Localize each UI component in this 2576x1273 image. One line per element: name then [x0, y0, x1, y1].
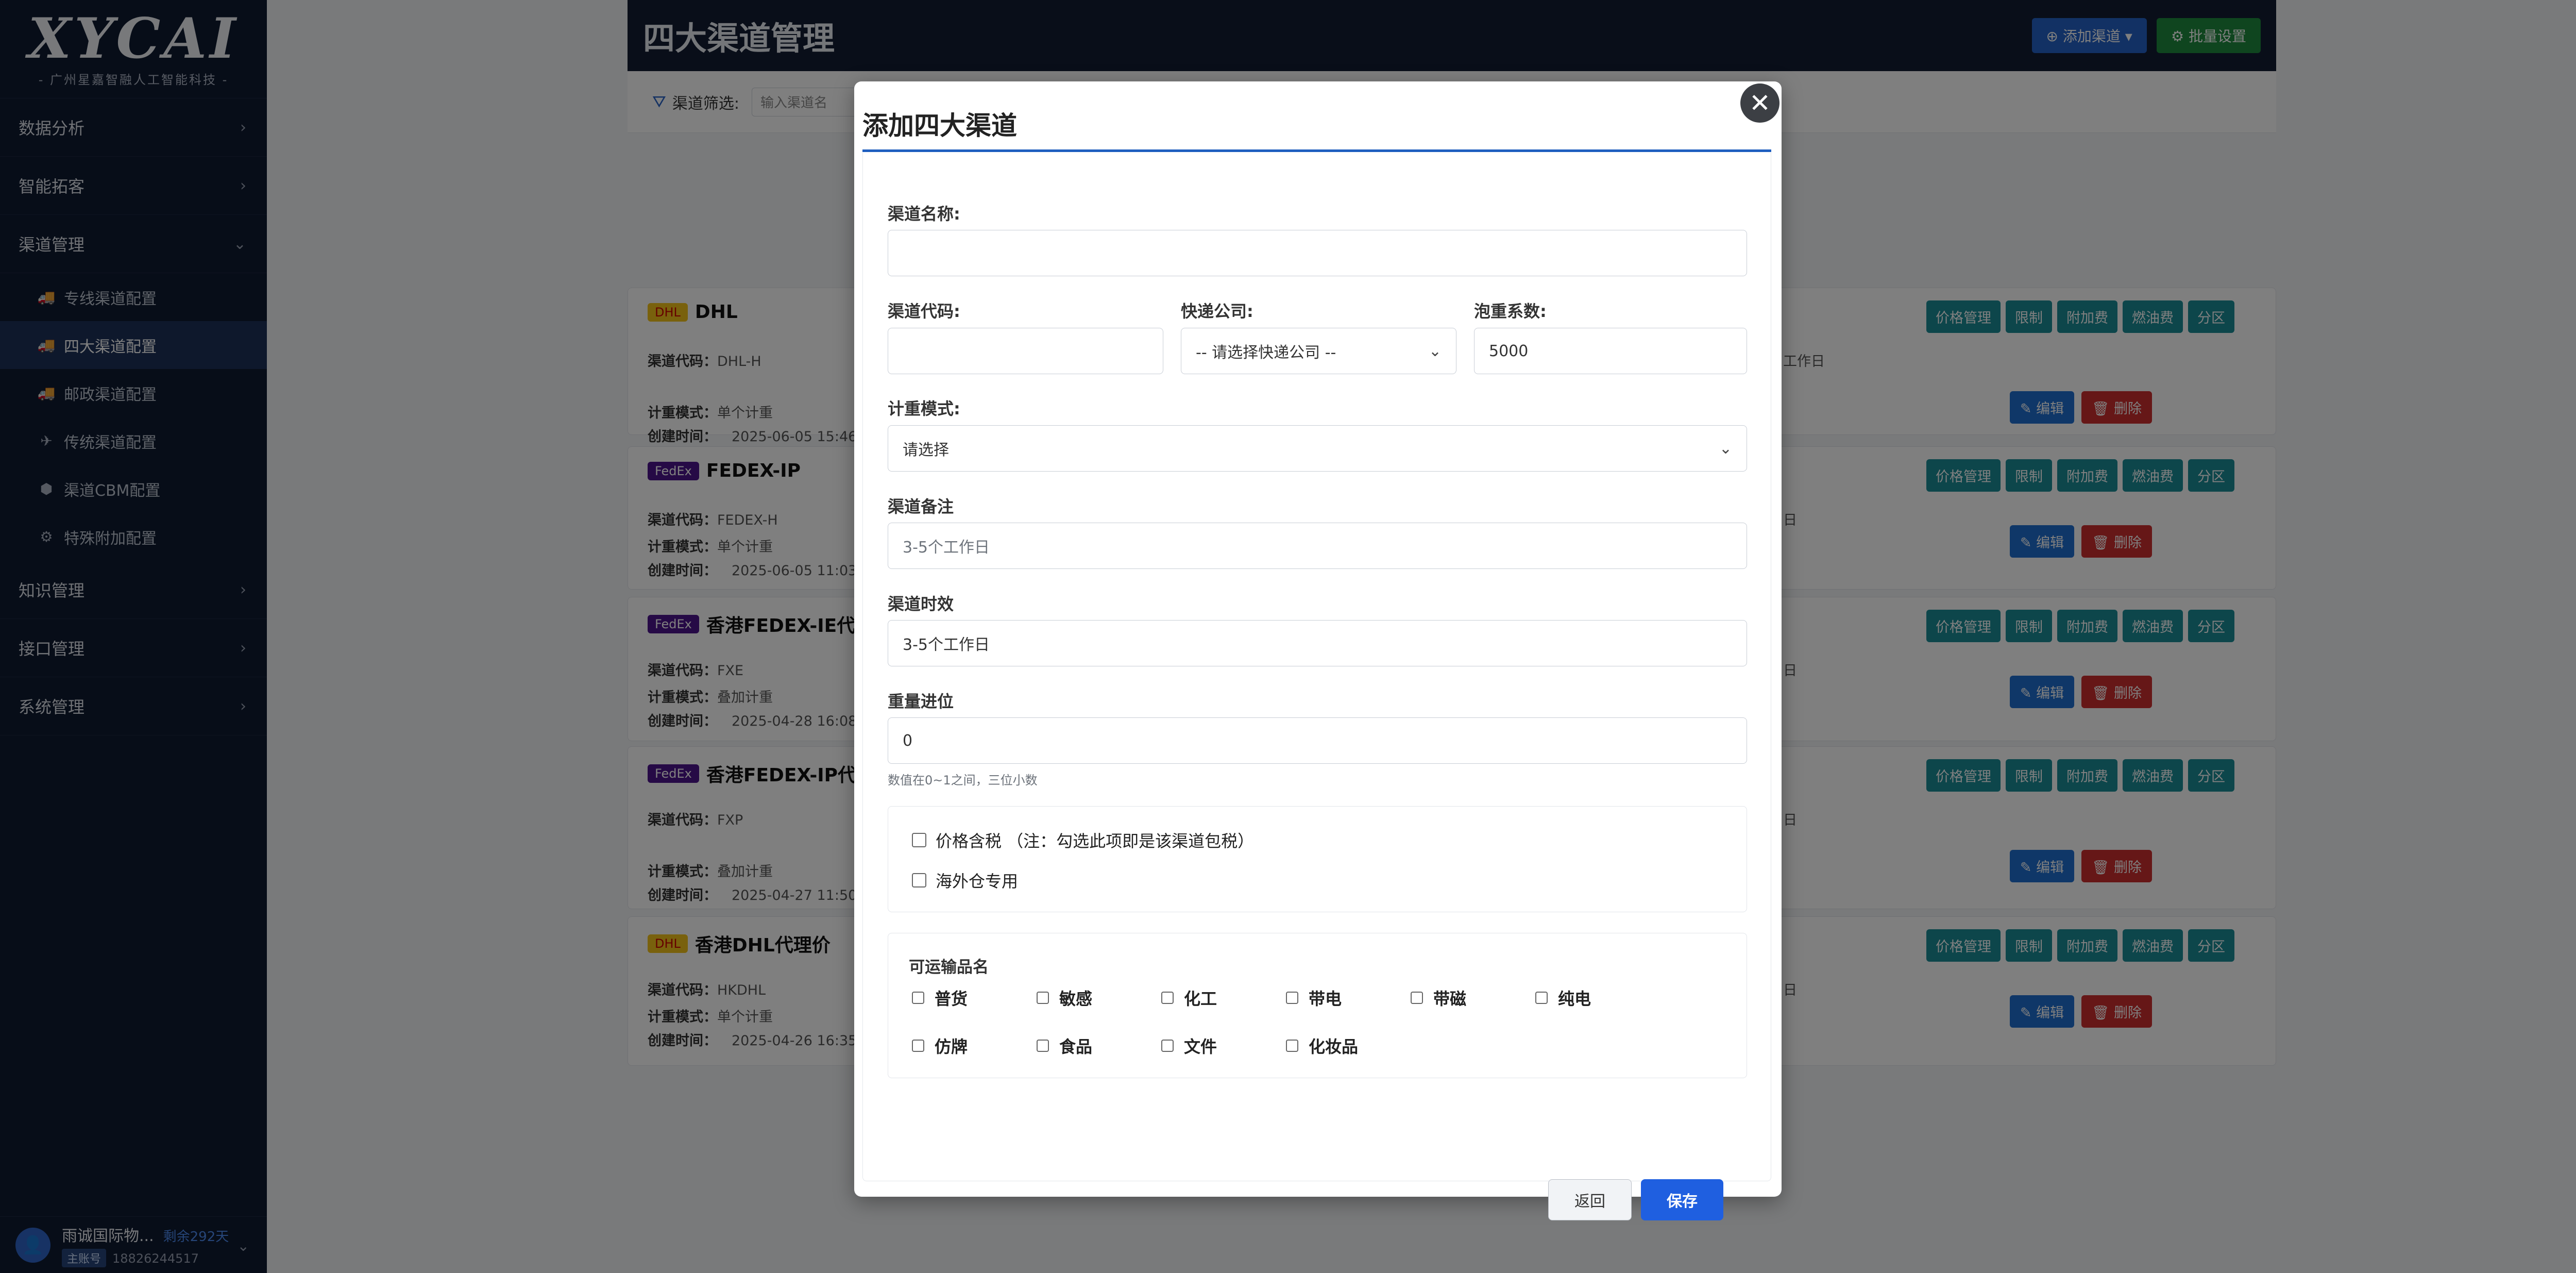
weight-mode-select[interactable]: 请选择 ⌄ [888, 425, 1747, 472]
weight-mode-value: 请选择 [903, 441, 949, 459]
channel-name-label: 渠道名称: [888, 204, 960, 224]
goods-checkbox[interactable]: 敏感 [1037, 986, 1092, 1010]
channel-name-input[interactable] [888, 230, 1747, 276]
goods-label: 带磁 [1433, 989, 1467, 1009]
goods-label: 纯电 [1558, 989, 1591, 1009]
overseas-warehouse-label: 海外仓专用 [936, 872, 1019, 891]
checkbox-icon[interactable] [1535, 992, 1548, 1004]
channel-code-label: 渠道代码: [888, 301, 960, 321]
tax-included-checkbox[interactable]: 价格含税 （注：勾选此项即是该渠道包税） [912, 828, 1254, 852]
goods-label: 带电 [1309, 989, 1342, 1009]
goods-checkbox[interactable]: 带电 [1286, 986, 1342, 1010]
weight-rounding-hint: 数值在0~1之间，三位小数 [888, 773, 1038, 788]
checkbox-icon[interactable] [1411, 992, 1423, 1004]
checkbox-icon[interactable] [1161, 1040, 1174, 1052]
tax-included-label: 价格含税 （注：勾选此项即是该渠道包税） [936, 831, 1255, 851]
goods-checkbox[interactable]: 化工 [1161, 986, 1217, 1010]
chevron-down-icon: ⌄ [1428, 342, 1442, 360]
checkbox-icon[interactable] [912, 833, 926, 847]
weight-rounding-label: 重量进位 [888, 692, 954, 711]
channel-code-input[interactable] [888, 328, 1163, 374]
goods-label: 仿牌 [935, 1037, 968, 1057]
goods-label: 化工 [1184, 989, 1217, 1009]
bubble-factor-input[interactable]: 5000 [1474, 328, 1747, 374]
goods-label: 普货 [935, 989, 968, 1009]
checkbox-icon[interactable] [1037, 1040, 1049, 1052]
weight-rounding-input[interactable]: 0 [888, 717, 1747, 764]
goods-checkbox[interactable]: 纯电 [1535, 986, 1591, 1010]
save-button[interactable]: 保存 [1641, 1179, 1723, 1220]
timeliness-input[interactable]: 3-5个工作日 [888, 620, 1747, 666]
checkbox-icon[interactable] [1286, 992, 1298, 1004]
title-divider [862, 149, 1771, 152]
form-box: 渠道名称: 渠道代码: 快递公司: -- 请选择快递公司 -- ⌄ 泡重系数: 5… [862, 153, 1771, 1220]
goods-label: 化妆品 [1309, 1037, 1359, 1057]
goods-checkbox[interactable]: 化妆品 [1286, 1034, 1358, 1058]
checkbox-icon[interactable] [912, 1040, 924, 1052]
courier-label: 快递公司: [1181, 301, 1253, 321]
remark-label: 渠道备注 [888, 497, 954, 516]
courier-select-value: -- 请选择快递公司 -- [1196, 344, 1336, 362]
weight-mode-label: 计重模式: [888, 399, 960, 418]
overseas-warehouse-checkbox[interactable]: 海外仓专用 [912, 868, 1018, 892]
remark-input[interactable]: 3-5个工作日 [888, 523, 1747, 569]
timeliness-label: 渠道时效 [888, 594, 954, 614]
goods-title: 可运输品名 [909, 958, 989, 977]
goods-checkbox[interactable]: 带磁 [1411, 986, 1466, 1010]
goods-label: 食品 [1059, 1037, 1093, 1057]
checkbox-icon[interactable] [912, 992, 924, 1004]
checkbox-icon[interactable] [1286, 1040, 1298, 1052]
goods-checkbox[interactable]: 文件 [1161, 1034, 1217, 1058]
checkbox-icon[interactable] [1161, 992, 1174, 1004]
chevron-down-icon: ⌄ [1719, 439, 1732, 458]
goods-checkbox[interactable]: 仿牌 [912, 1034, 968, 1058]
back-button[interactable]: 返回 [1548, 1179, 1632, 1220]
goods-checkbox[interactable]: 食品 [1037, 1034, 1092, 1058]
courier-select[interactable]: -- 请选择快递公司 -- ⌄ [1181, 328, 1456, 374]
options-box: 价格含税 （注：勾选此项即是该渠道包税） 海外仓专用 [888, 806, 1747, 912]
goods-label: 敏感 [1059, 989, 1093, 1009]
checkbox-icon[interactable] [912, 873, 926, 887]
goods-label: 文件 [1184, 1037, 1217, 1057]
goods-checkbox[interactable]: 普货 [912, 986, 968, 1010]
add-channel-modal: 添加四大渠道 ✕ 渠道名称: 渠道代码: 快递公司: -- 请选择快递公司 --… [854, 81, 1782, 1220]
checkbox-icon[interactable] [1037, 992, 1049, 1004]
bubble-factor-label: 泡重系数: [1474, 301, 1547, 321]
close-icon[interactable]: ✕ [1740, 83, 1780, 123]
modal-title: 添加四大渠道 [862, 111, 1017, 141]
goods-box: 可运输品名 普货 敏感 化工 带电 带磁 纯电仿牌 食品 文件 化妆品 [888, 933, 1747, 1078]
